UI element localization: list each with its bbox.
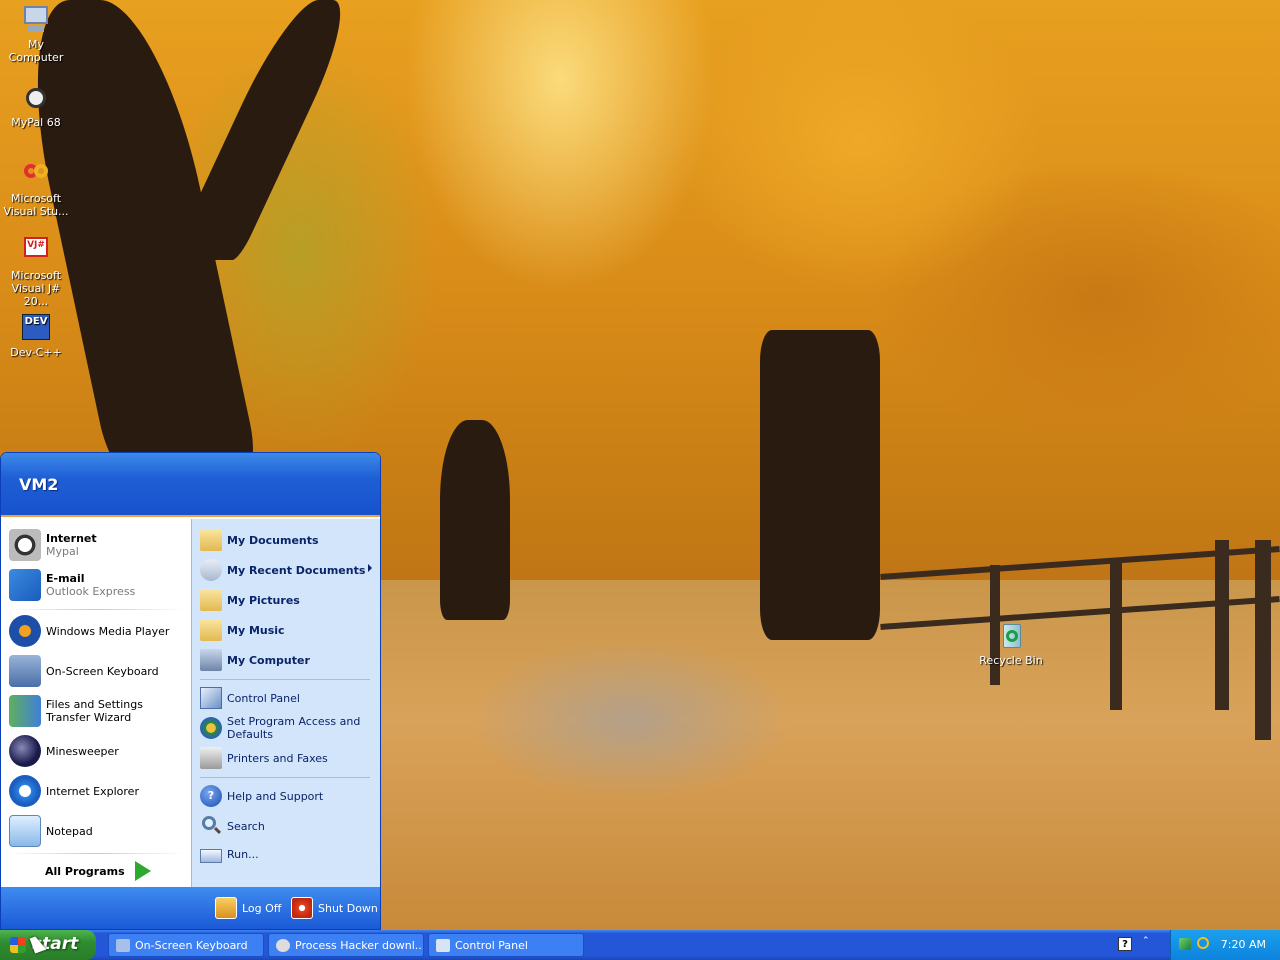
computer-icon	[20, 4, 52, 36]
windows-logo-icon	[10, 937, 26, 953]
keyboard-icon	[116, 939, 130, 952]
tool-search[interactable]: Search	[200, 815, 378, 837]
desktop-icon-visual-studio[interactable]: Microsoft Visual Stu...	[0, 158, 72, 218]
clock[interactable]: 7:20 AM	[1221, 938, 1266, 951]
search-icon	[200, 815, 222, 837]
taskbar: start On-Screen Keyboard Process Hacker …	[0, 930, 1280, 960]
mypal-icon	[20, 82, 52, 114]
all-programs-button[interactable]: All Programs	[45, 861, 151, 881]
place-my-recent-documents[interactable]: My Recent Documents	[200, 559, 378, 581]
devcpp-icon: DEV	[20, 312, 52, 344]
visual-jsharp-icon: VJ#	[20, 235, 52, 267]
help-tray-icon[interactable]: ?	[1118, 937, 1132, 951]
control-panel-icon	[436, 939, 450, 952]
recent-documents-icon	[200, 559, 222, 581]
chevron-up-icon[interactable]: ⌃	[1142, 936, 1150, 946]
folder-icon	[200, 529, 222, 551]
power-icon	[291, 897, 313, 919]
tree-trunk-right	[760, 330, 880, 640]
separator	[200, 777, 370, 778]
task-on-screen-keyboard[interactable]: On-Screen Keyboard	[108, 933, 264, 957]
printer-icon	[200, 747, 222, 769]
arrow-right-icon	[134, 861, 151, 881]
fence-post-2	[1110, 560, 1122, 710]
search-tray-icon[interactable]	[1197, 937, 1209, 949]
recent-files-settings-transfer[interactable]: Files and Settings Transfer Wizard	[9, 695, 189, 727]
place-my-computer[interactable]: My Computer	[200, 649, 378, 671]
mypal-icon	[9, 529, 41, 561]
mypal-icon	[276, 939, 290, 952]
log-off-button[interactable]: Log Off	[215, 897, 281, 919]
fence-post-4	[1255, 540, 1271, 740]
key-icon	[215, 897, 237, 919]
tool-run[interactable]: Run...	[200, 845, 378, 863]
task-process-hacker[interactable]: Process Hacker downl...	[268, 933, 424, 957]
network-tray-icon[interactable]	[1179, 938, 1191, 950]
music-folder-icon	[200, 619, 222, 641]
place-my-documents[interactable]: My Documents	[200, 529, 378, 551]
fence-post-3	[1215, 540, 1229, 710]
recent-notepad[interactable]: Notepad	[9, 815, 189, 847]
start-menu-programs: Internet Mypal E-mail Outlook Express Wind…	[1, 519, 191, 889]
submenu-arrow-icon	[368, 564, 372, 572]
recent-internet-explorer[interactable]: Internet Explorer	[9, 775, 189, 807]
setting-control-panel[interactable]: Control Panel	[200, 687, 378, 709]
start-menu: VM2 Internet Mypal E-mail Outlook Express …	[0, 452, 381, 930]
setting-program-access[interactable]: Set Program Access and Defaults	[200, 715, 378, 741]
recent-minesweeper[interactable]: Minesweeper	[9, 735, 189, 767]
transfer-wizard-icon	[9, 695, 41, 727]
setting-printers-faxes[interactable]: Printers and Faxes	[200, 747, 378, 769]
recent-windows-media-player[interactable]: Windows Media Player	[9, 615, 189, 647]
task-control-panel[interactable]: Control Panel	[428, 933, 584, 957]
tree-trunk-left-branch	[169, 0, 361, 260]
desktop-icon-visual-jsharp[interactable]: VJ# Microsoft Visual J# 20...	[0, 235, 72, 308]
internet-explorer-icon	[9, 775, 41, 807]
pinned-internet[interactable]: Internet Mypal	[9, 529, 189, 561]
recent-on-screen-keyboard[interactable]: On-Screen Keyboard	[9, 655, 189, 687]
separator	[7, 853, 185, 854]
separator	[200, 679, 370, 680]
desktop-icon-devcpp[interactable]: DEV Dev-C++	[0, 312, 72, 359]
start-menu-footer: Log Off Shut Down	[1, 887, 380, 929]
desktop-icon-mypal[interactable]: MyPal 68	[0, 82, 72, 129]
run-icon	[200, 849, 222, 863]
help-icon: ?	[200, 785, 222, 807]
program-access-icon	[200, 717, 222, 739]
visual-studio-icon	[20, 158, 52, 190]
start-menu-places: My Documents My Recent Documents My Pict…	[191, 519, 380, 889]
pictures-folder-icon	[200, 589, 222, 611]
separator	[7, 609, 185, 610]
keyboard-icon	[9, 655, 41, 687]
start-button[interactable]: start	[0, 930, 96, 960]
outlook-express-icon	[9, 569, 41, 601]
pinned-email[interactable]: E-mail Outlook Express	[9, 569, 189, 601]
desktop-icon-recycle-bin[interactable]: Recycle Bin	[975, 620, 1047, 667]
notepad-icon	[9, 815, 41, 847]
place-my-music[interactable]: My Music	[200, 619, 378, 641]
control-panel-icon	[200, 687, 222, 709]
recycle-bin-icon	[995, 620, 1027, 652]
place-my-pictures[interactable]: My Pictures	[200, 589, 378, 611]
tree-trunk-mid	[440, 420, 510, 620]
tool-help-support[interactable]: ? Help and Support	[200, 785, 378, 807]
minesweeper-icon	[9, 735, 41, 767]
shut-down-button[interactable]: Shut Down	[291, 897, 378, 919]
computer-icon	[200, 649, 222, 671]
system-tray: 7:20 AM	[1170, 930, 1280, 960]
desktop-icon-my-computer[interactable]: My Computer	[0, 4, 72, 64]
start-menu-user: VM2	[1, 453, 380, 517]
media-player-icon	[9, 615, 41, 647]
